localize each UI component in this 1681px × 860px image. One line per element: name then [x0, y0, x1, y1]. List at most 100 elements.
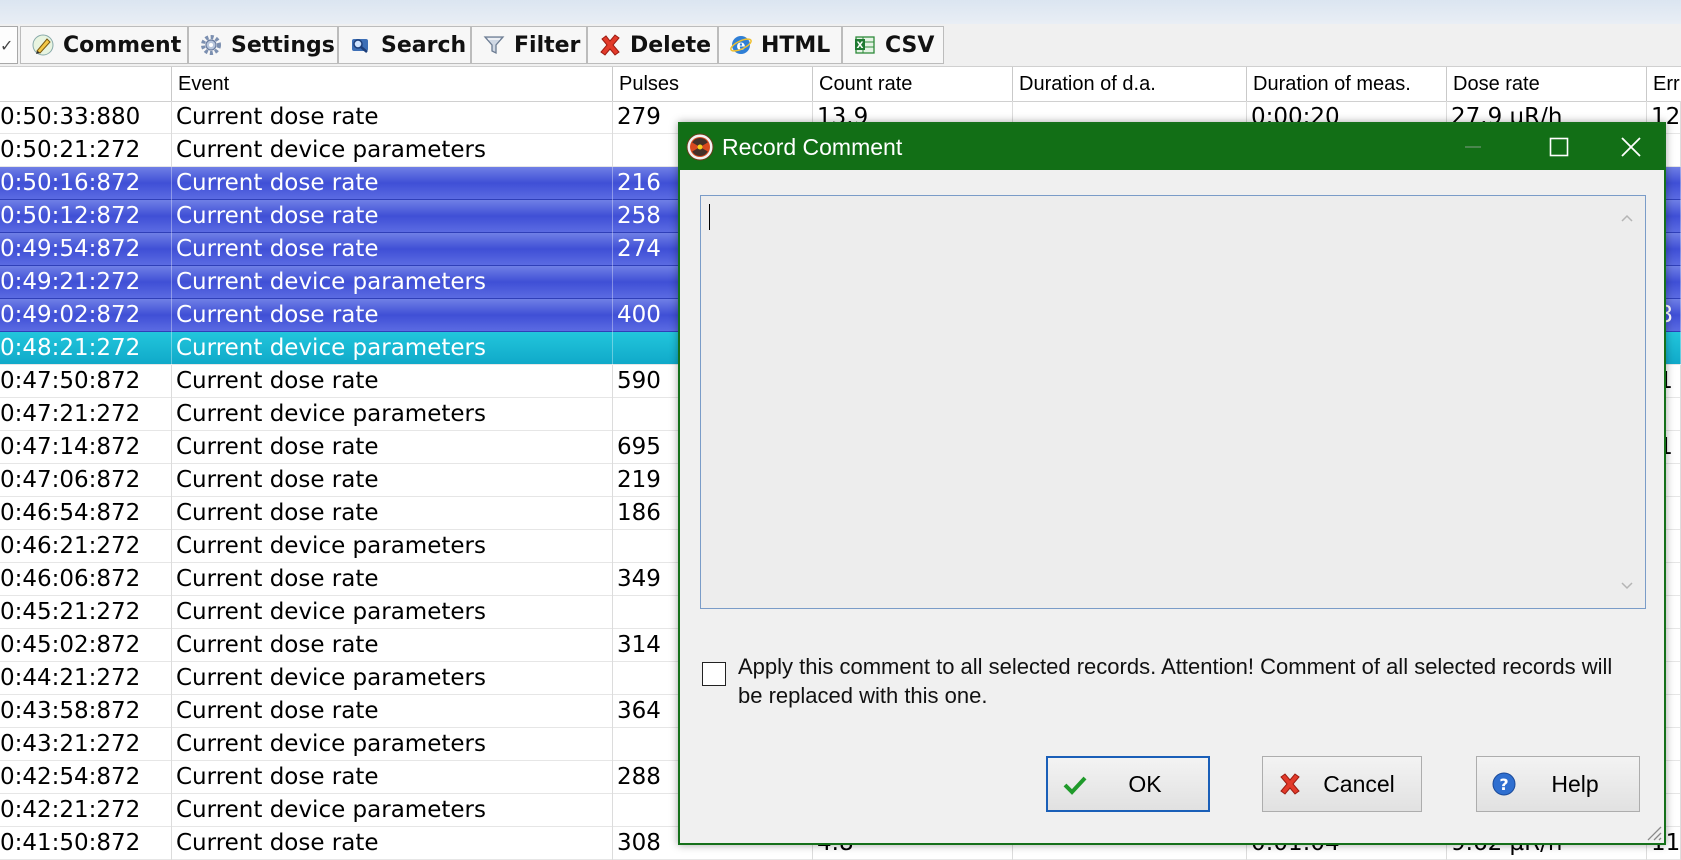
cell-event: Current dose rate — [172, 497, 613, 530]
cell-event: Current device parameters — [172, 530, 613, 563]
html-export-button-label: HTML — [761, 32, 831, 58]
minimize-button[interactable] — [1438, 124, 1508, 170]
scroll-up-icon — [1621, 214, 1633, 222]
filter-button[interactable]: Filter — [471, 26, 587, 64]
window-top-strip — [0, 0, 1681, 24]
ie-browser-icon: e — [730, 36, 752, 54]
comment-textarea[interactable] — [700, 195, 1646, 609]
cell-event: Current dose rate — [172, 365, 613, 398]
search-button[interactable]: Search — [338, 26, 471, 64]
cell-time: 0:43:21:272 — [0, 728, 172, 761]
cell-time: 0:47:06:872 — [0, 464, 172, 497]
filter-button-label: Filter — [514, 32, 581, 58]
cell-event: Current dose rate — [172, 167, 613, 200]
cell-time: 0:41:50:872 — [0, 827, 172, 860]
excel-icon: X — [855, 36, 875, 54]
ok-button[interactable]: OK — [1046, 756, 1210, 812]
cell-time: 0:44:21:272 — [0, 662, 172, 695]
maximize-icon — [1549, 137, 1569, 157]
cell-time: 0:46:54:872 — [0, 497, 172, 530]
delete-button[interactable]: Delete — [587, 26, 718, 64]
cell-event: Current dose rate — [172, 629, 613, 662]
ok-button-label: OK — [1128, 770, 1162, 797]
cell-event: Current dose rate — [172, 200, 613, 233]
cell-time: 0:45:02:872 — [0, 629, 172, 662]
cell-event: Current device parameters — [172, 332, 613, 365]
cell-event: Current dose rate — [172, 464, 613, 497]
dialog-titlebar[interactable]: Record Comment — [680, 124, 1664, 170]
app-radiation-icon — [686, 133, 714, 161]
col-header-event[interactable]: Event — [172, 67, 613, 101]
cell-event: Current dose rate — [172, 695, 613, 728]
cell-time: 0:42:54:872 — [0, 761, 172, 794]
cell-time: 0:43:58:872 — [0, 695, 172, 728]
cell-time: 0:46:06:872 — [0, 563, 172, 596]
cancel-button-label: Cancel — [1323, 770, 1395, 797]
cell-event: Current dose rate — [172, 101, 613, 134]
cell-time: 0:47:14:872 — [0, 431, 172, 464]
col-header-pulses[interactable]: Pulses — [613, 67, 813, 101]
comment-button-label: Comment — [63, 32, 182, 58]
cell-time: 0:50:12:872 — [0, 200, 172, 233]
col-header-err[interactable]: Err — [1647, 67, 1681, 101]
cell-time: 0:50:16:872 — [0, 167, 172, 200]
cell-time: 0:47:50:872 — [0, 365, 172, 398]
col-header-time[interactable] — [0, 67, 172, 101]
html-export-button[interactable]: e HTML — [718, 26, 842, 64]
toolbar: ✓ Comment Settings Search Filter Delete … — [0, 24, 1681, 66]
svg-text:X: X — [857, 41, 864, 51]
settings-button[interactable]: Settings — [188, 26, 338, 64]
delete-x-icon — [600, 34, 620, 56]
col-header-dose-rate[interactable]: Dose rate — [1447, 67, 1647, 101]
cell-event: Current device parameters — [172, 596, 613, 629]
col-header-count-rate[interactable]: Count rate — [813, 67, 1013, 101]
cell-time: 0:48:21:272 — [0, 332, 172, 365]
cell-event: Current dose rate — [172, 827, 613, 860]
cell-time: 0:42:21:272 — [0, 794, 172, 827]
col-header-duration-da[interactable]: Duration of d.a. — [1013, 67, 1247, 101]
cell-event: Current dose rate — [172, 431, 613, 464]
cell-event: Current device parameters — [172, 794, 613, 827]
minimize-icon — [1465, 146, 1481, 148]
pencil-icon — [32, 34, 54, 56]
close-button[interactable] — [1596, 124, 1666, 170]
apply-all-checkbox[interactable] — [702, 662, 726, 686]
cell-event: Current dose rate — [172, 233, 613, 266]
settings-button-label: Settings — [231, 32, 335, 58]
cell-event: Current device parameters — [172, 134, 613, 167]
cell-event: Current dose rate — [172, 299, 613, 332]
cell-time: 0:49:02:872 — [0, 299, 172, 332]
funnel-icon — [483, 36, 505, 55]
gear-icon — [201, 35, 221, 55]
scroll-down-icon — [1621, 582, 1633, 590]
cell-event: Current device parameters — [172, 398, 613, 431]
close-icon — [1621, 137, 1641, 157]
col-header-duration-meas[interactable]: Duration of meas. — [1247, 67, 1447, 101]
maximize-button[interactable] — [1524, 124, 1594, 170]
cell-event: Current device parameters — [172, 662, 613, 695]
search-button-label: Search — [381, 32, 467, 58]
cell-time: 0:47:21:272 — [0, 398, 172, 431]
cell-time: 0:50:33:880 — [0, 101, 172, 134]
dialog-title: Record Comment — [722, 134, 903, 160]
apply-all-label[interactable]: Apply this comment to all selected recor… — [738, 652, 1618, 710]
toolbar-dropdown-stub[interactable]: ✓ — [0, 26, 18, 64]
cell-event: Current dose rate — [172, 563, 613, 596]
cell-event: Current dose rate — [172, 761, 613, 794]
resize-grip-icon[interactable] — [1642, 821, 1662, 841]
help-button[interactable]: ? Help — [1476, 756, 1640, 812]
cancel-button[interactable]: Cancel — [1262, 756, 1422, 812]
comment-button[interactable]: Comment — [20, 26, 188, 64]
csv-export-button[interactable]: X CSV — [842, 26, 944, 64]
cell-time: 0:46:21:272 — [0, 530, 172, 563]
help-button-label: Help — [1551, 770, 1599, 797]
cell-event: Current device parameters — [172, 728, 613, 761]
cell-time: 0:49:54:872 — [0, 233, 172, 266]
grid-header: Event Pulses Count rate Duration of d.a.… — [0, 66, 1681, 102]
cell-event: Current device parameters — [172, 266, 613, 299]
cell-time: 0:45:21:272 — [0, 596, 172, 629]
comment-scrollbar[interactable] — [1610, 197, 1644, 607]
cell-time: 0:50:21:272 — [0, 134, 172, 167]
record-comment-dialog: Record Comment Apply this comment to all… — [678, 122, 1666, 845]
cell-time: 0:49:21:272 — [0, 266, 172, 299]
